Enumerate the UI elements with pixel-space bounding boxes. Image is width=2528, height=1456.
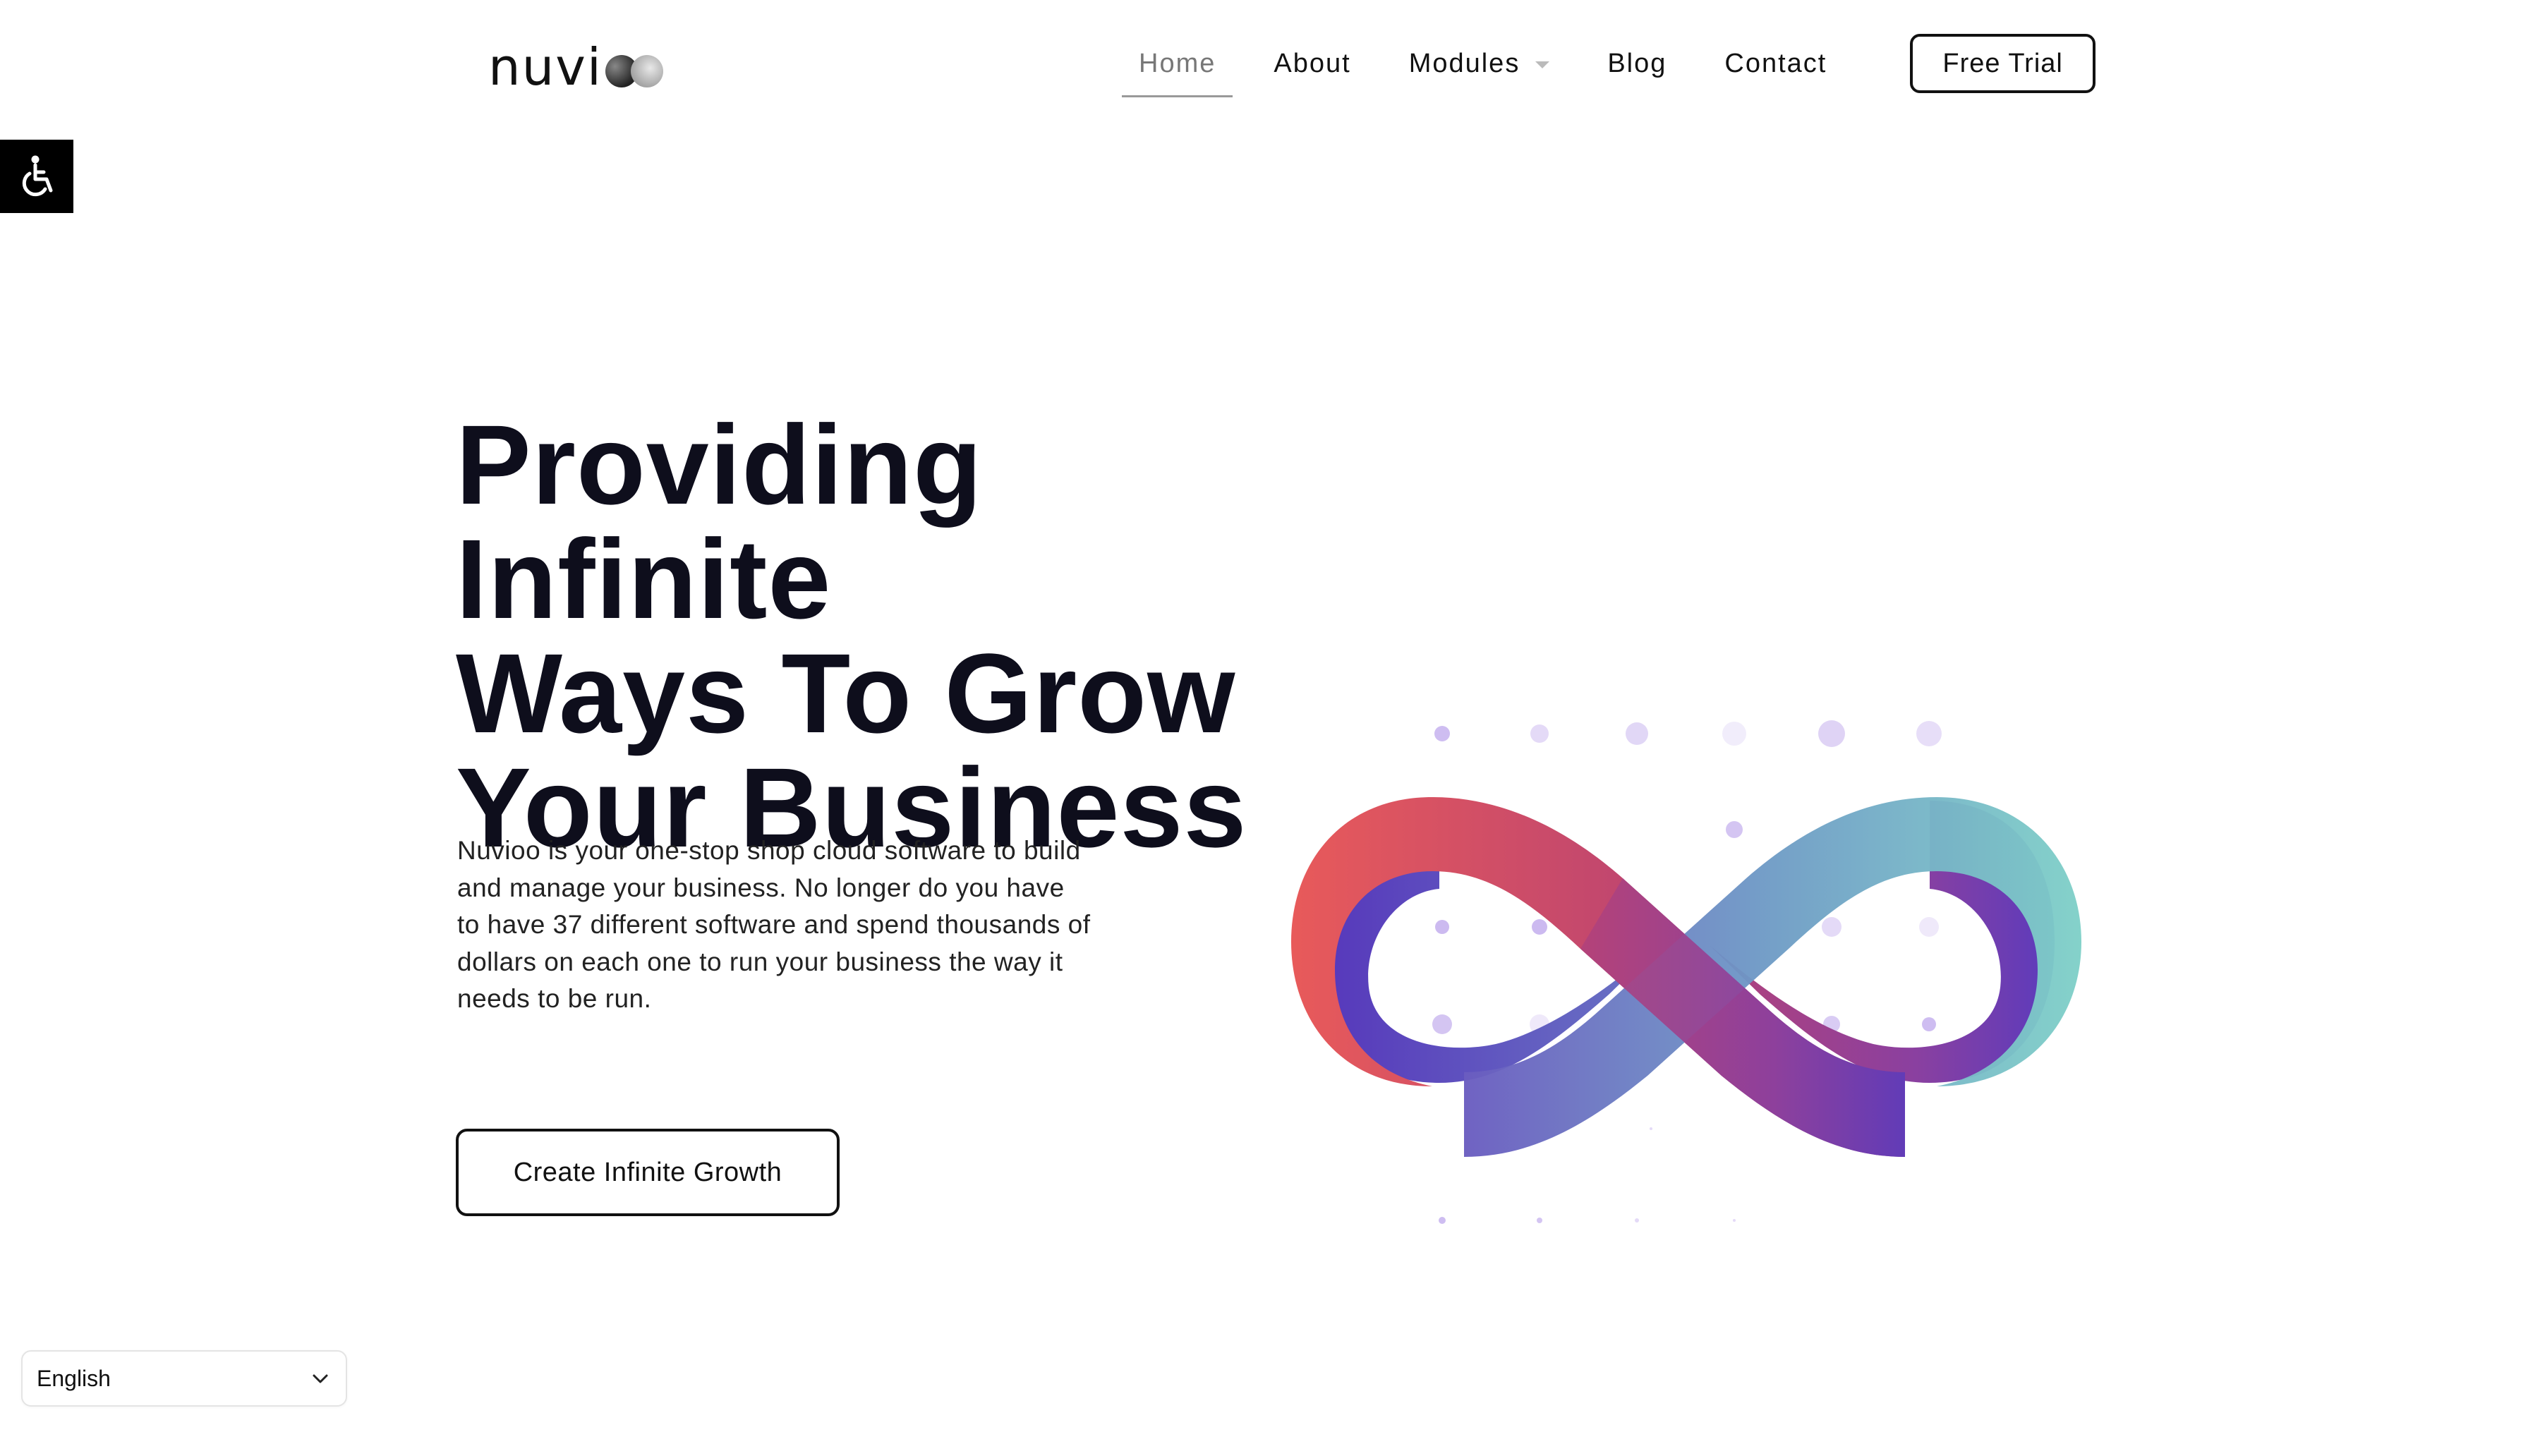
nav-contact-label: Contact <box>1724 48 1827 78</box>
nav-contact[interactable]: Contact <box>1707 36 1844 92</box>
caret-down-icon <box>1535 61 1550 68</box>
hero-title: Providing Infinite Ways To Grow Your Bus… <box>456 408 1373 865</box>
nav-blog[interactable]: Blog <box>1590 36 1683 92</box>
nav-about[interactable]: About <box>1257 36 1367 92</box>
nav-modules[interactable]: Modules <box>1392 36 1567 92</box>
infinity-icon <box>1291 720 2081 1224</box>
nav-blog-label: Blog <box>1607 48 1667 78</box>
site-header: nuvi Home About Modules Blog Contact Fre… <box>0 0 2528 127</box>
logo-text: nuvi <box>488 37 603 97</box>
nav-modules-label: Modules <box>1408 48 1520 78</box>
chevron-down-icon <box>313 1374 328 1383</box>
accessibility-button[interactable] <box>0 140 73 213</box>
create-infinite-growth-button[interactable]: Create Infinite Growth <box>456 1129 840 1216</box>
logo[interactable]: nuvi <box>488 37 700 97</box>
hero-illustration <box>1270 691 2103 1227</box>
hero-title-line: Ways To Grow <box>456 630 1236 756</box>
wheelchair-icon <box>22 155 53 197</box>
nav-about-label: About <box>1274 48 1351 78</box>
nav-home[interactable]: Home <box>1122 36 1233 97</box>
hero-title-line: Providing Infinite <box>456 401 983 642</box>
language-select-value: English <box>37 1365 111 1391</box>
language-select[interactable]: English <box>21 1350 347 1407</box>
hero-description: Nuvioo is your one-stop shop cloud softw… <box>457 836 1091 1013</box>
main-nav: Home About Modules Blog Contact Free Tri… <box>1122 34 2095 97</box>
logo-mark-icon <box>605 55 666 87</box>
free-trial-button[interactable]: Free Trial <box>1910 34 2095 93</box>
nav-home-label: Home <box>1139 48 1216 78</box>
